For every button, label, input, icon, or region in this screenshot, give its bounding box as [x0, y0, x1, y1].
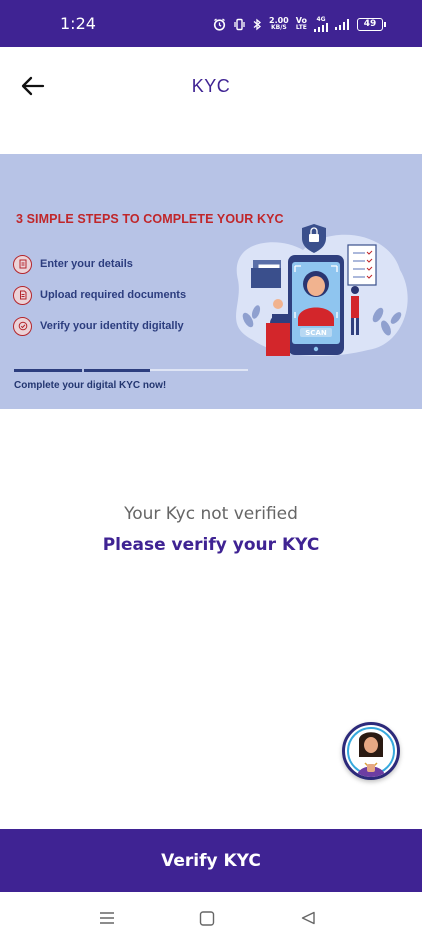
recents-button[interactable] — [98, 910, 118, 928]
assistant-button[interactable] — [342, 722, 400, 780]
square-icon — [199, 911, 215, 926]
vibrate-icon — [234, 18, 245, 30]
bluetooth-icon — [253, 18, 262, 30]
page-title: KYC — [191, 76, 231, 96]
signal-4g: 4G — [314, 16, 328, 32]
step-item: Verify your identity digitally — [13, 316, 186, 336]
network-type: 4G — [316, 16, 326, 23]
kyc-prompt-text: Please verify your KYC — [102, 535, 320, 555]
network-speed: 2.00 KB/S — [269, 16, 289, 32]
step-label: Upload required documents — [40, 289, 187, 301]
alarm-icon — [213, 17, 226, 31]
step-label: Enter your details — [40, 258, 133, 270]
step-item: Upload required documents — [13, 285, 186, 305]
battery-level: 49 — [357, 17, 383, 31]
step-label: Verify your identity digitally — [40, 320, 184, 332]
speed-value: 2.00 — [269, 16, 289, 25]
app-bar: KYC — [0, 47, 422, 125]
signal-icon — [335, 18, 349, 30]
edit-icon — [13, 254, 32, 274]
checklist-icon — [347, 244, 377, 286]
progress-separator — [82, 369, 84, 372]
phone-icon: SCAN — [288, 255, 344, 355]
battery-indicator: 49 — [357, 17, 386, 31]
volte-top: Vo — [295, 16, 307, 25]
status-icons: 2.00 KB/S Vo LTE 4G 49 — [213, 16, 386, 32]
steps-list: Enter your details Upload required docum… — [13, 254, 186, 347]
banner-cta: Complete your digital KYC now! — [14, 380, 167, 391]
home-button[interactable] — [199, 910, 219, 928]
document-icon — [13, 285, 32, 305]
scan-label: SCAN — [305, 329, 327, 337]
menu-icon — [100, 912, 114, 924]
volte-bottom: LTE — [295, 24, 307, 31]
kyc-status-text: Your Kyc not verified — [124, 504, 298, 524]
kyc-illustration: SCAN — [236, 224, 408, 356]
status-bar: 1:24 2.00 KB/S Vo LTE 4G 49 — [0, 0, 422, 47]
speed-unit: KB/S — [271, 24, 287, 31]
check-icon — [13, 316, 32, 336]
triangle-back-icon — [301, 911, 315, 925]
system-nav-bar — [0, 892, 422, 945]
back-nav-button[interactable] — [300, 910, 320, 928]
step-item: Enter your details — [13, 254, 186, 274]
volte-indicator: Vo LTE — [295, 16, 307, 32]
verify-kyc-button[interactable]: Verify KYC — [0, 829, 422, 892]
assistant-avatar-icon — [357, 732, 385, 777]
kyc-steps-banner[interactable]: 3 SIMPLE STEPS TO COMPLETE YOUR KYC Ente… — [0, 154, 422, 409]
folder-icon — [251, 260, 281, 288]
banner-progress — [14, 369, 248, 372]
signal-bars-icon — [314, 23, 328, 32]
status-time: 1:24 — [60, 14, 96, 33]
battery-tip — [384, 21, 386, 27]
